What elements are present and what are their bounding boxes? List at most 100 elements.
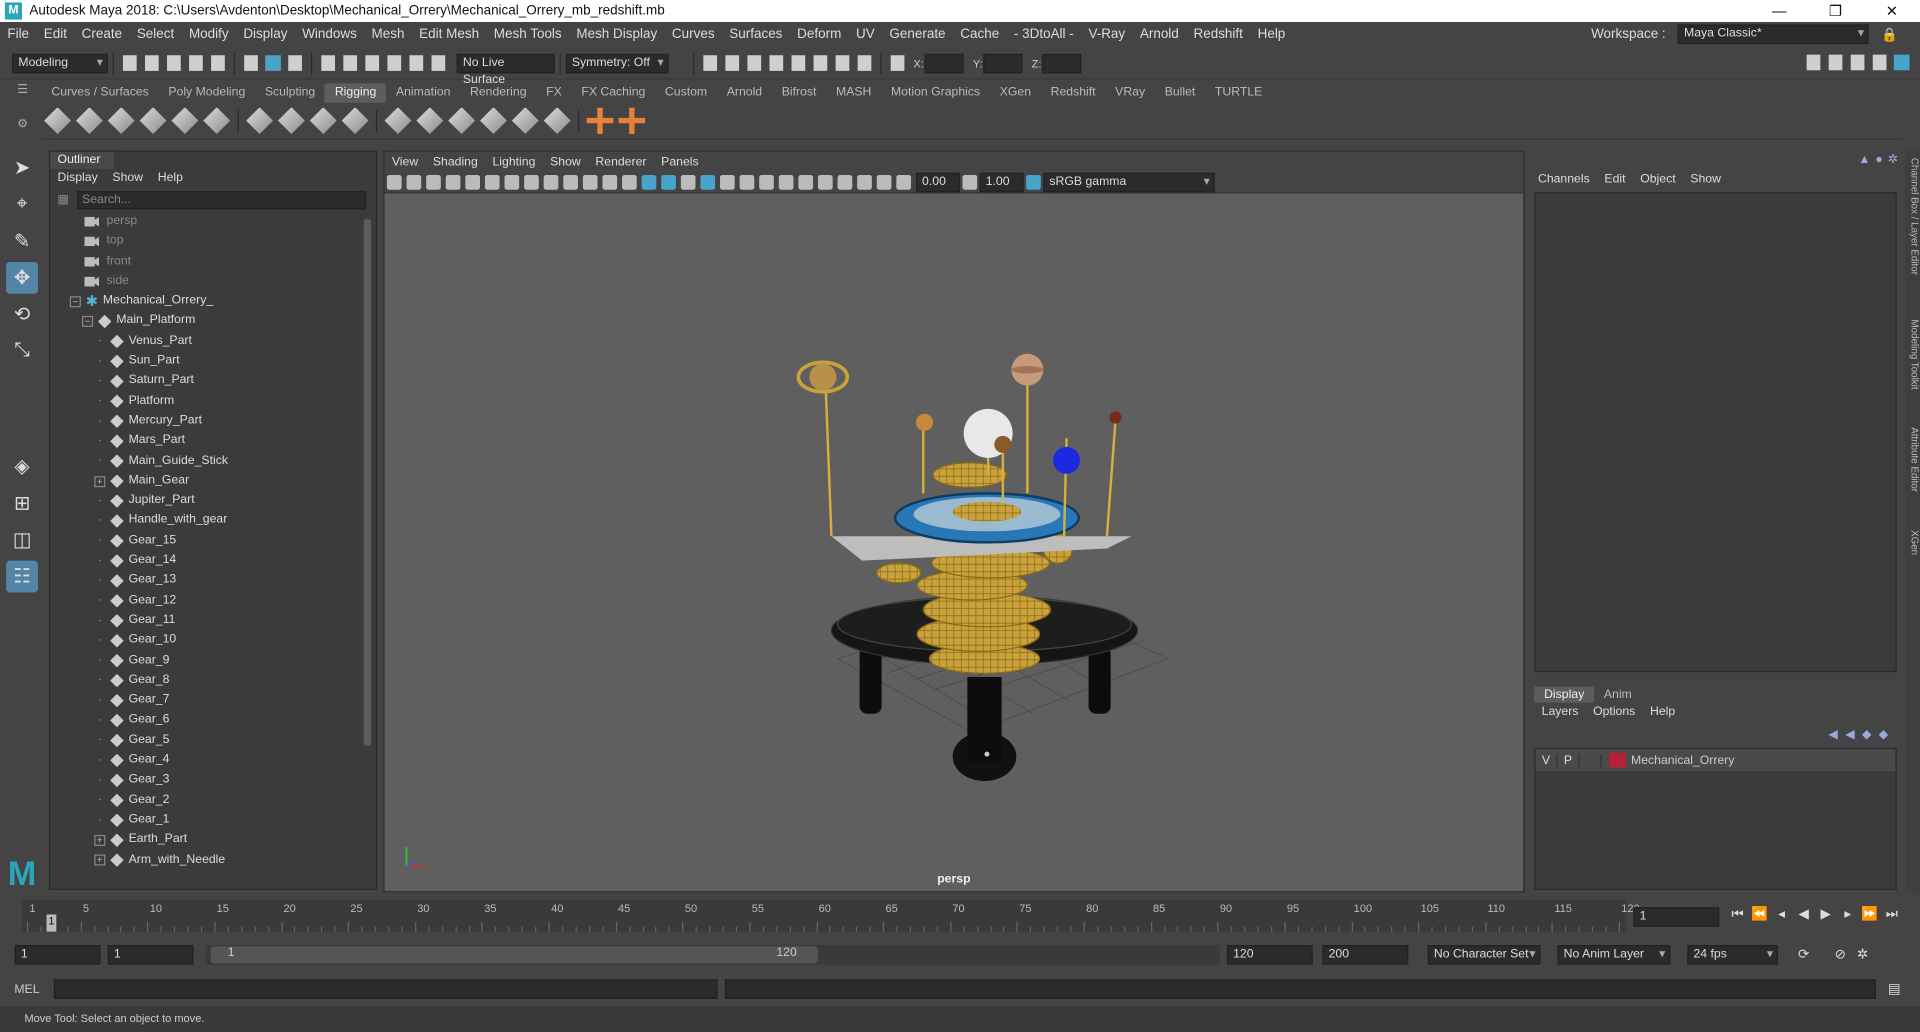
render-settings-icon[interactable] (769, 55, 784, 71)
expand-toggle[interactable]: + (94, 854, 106, 866)
side-tab-channel-box-layer-editor[interactable]: Channel Box / Layer Editor (1905, 158, 1920, 275)
orrery-model[interactable] (384, 193, 1523, 891)
resolution-gate-icon[interactable] (543, 174, 559, 190)
menu-mesh[interactable]: Mesh (364, 27, 412, 42)
color-management-icon[interactable] (1026, 174, 1041, 190)
bind-skin-icon[interactable] (246, 107, 274, 135)
expand-toggle[interactable]: · (94, 535, 105, 546)
outliner-item-front[interactable]: front (50, 252, 376, 272)
ik-spline-icon[interactable] (107, 107, 135, 135)
step-forward-key-icon[interactable]: ⏩ (1861, 907, 1878, 922)
human-ik-icon[interactable] (203, 107, 231, 135)
menu-surfaces[interactable]: Surfaces (722, 27, 790, 42)
menu-3dtoall[interactable]: - 3DtoAll - (1007, 27, 1082, 42)
cluster-icon[interactable] (341, 107, 369, 135)
lattice-icon[interactable] (309, 107, 337, 135)
paint-weights-icon[interactable] (277, 107, 305, 135)
use-lights-icon[interactable] (680, 174, 696, 190)
maximize-button[interactable]: ❐ (1807, 0, 1863, 22)
orient-constraint-icon[interactable] (448, 107, 476, 135)
command-input[interactable] (53, 979, 718, 999)
outliner-item-top[interactable]: top (50, 232, 376, 252)
live-surface-field[interactable]: No Live Surface (456, 53, 555, 86)
menu-uv[interactable]: UV (849, 27, 882, 42)
menu-windows[interactable]: Windows (295, 27, 364, 42)
layer-menu-layers[interactable]: Layers (1534, 705, 1585, 718)
outliner-item-main-gear[interactable]: + Main_Gear (50, 471, 376, 491)
locator-icon[interactable] (586, 107, 614, 135)
auto-key-icon[interactable]: ⊘ (1832, 948, 1849, 963)
outliner-item-platform[interactable]: · Platform (50, 391, 376, 411)
outliner-item-gear-11[interactable]: · Gear_11 (50, 611, 376, 631)
expand-toggle[interactable]: · (94, 595, 105, 606)
view-transform-select[interactable]: sRGB gamma (1043, 172, 1215, 192)
snap-pivot-icon[interactable] (431, 55, 446, 71)
shelf-tab-arnold[interactable]: Arnold (717, 83, 772, 103)
expand-toggle[interactable]: · (94, 714, 105, 726)
expand-toggle[interactable]: · (94, 814, 105, 826)
transform-lock-icon[interactable] (890, 55, 905, 71)
shelf-tab-vray[interactable]: VRay (1105, 83, 1155, 103)
loop-icon[interactable]: ⟳ (1795, 948, 1812, 963)
outliner-item-mercury-part[interactable]: · Mercury_Part (50, 411, 376, 431)
expand-toggle[interactable]: · (94, 575, 105, 586)
menu-arnold[interactable]: Arnold (1133, 27, 1187, 42)
gamma-icon[interactable] (962, 174, 978, 190)
render-view-icon[interactable] (813, 55, 828, 71)
menu-edit-mesh[interactable]: Edit Mesh (412, 27, 487, 42)
parent-constraint-icon[interactable] (511, 107, 539, 135)
y-coordinate-field[interactable] (982, 53, 1022, 73)
layer-color-swatch[interactable] (1608, 752, 1627, 768)
menu-display[interactable]: Display (236, 27, 295, 42)
step-forward-frame-icon[interactable]: ▸ (1839, 907, 1856, 922)
outliner-item-gear-15[interactable]: · Gear_15 (50, 531, 376, 551)
move-layer-up-icon[interactable]: ◀ (1828, 728, 1837, 741)
point-constraint-icon[interactable] (384, 107, 412, 135)
outliner-item-gear-12[interactable]: · Gear_12 (50, 591, 376, 611)
new-scene-icon[interactable] (122, 55, 137, 71)
select-object-icon[interactable] (265, 55, 281, 71)
play-forward-icon[interactable]: ▶ (1817, 907, 1834, 922)
field-chart-icon[interactable] (582, 174, 598, 190)
step-back-key-icon[interactable]: ⏪ (1751, 907, 1768, 922)
expand-toggle[interactable]: − (82, 315, 94, 328)
menu-mesh-display[interactable]: Mesh Display (569, 27, 665, 42)
textured-icon[interactable] (700, 174, 716, 190)
expand-toggle[interactable]: · (94, 655, 105, 666)
viewport-menu-shading[interactable]: Shading (426, 155, 486, 168)
layer-visibility-toggle[interactable]: V (1536, 753, 1558, 767)
expand-toggle[interactable]: − (69, 296, 81, 308)
outliner-item-arm-with-needle[interactable]: + Arm_with_Needle (50, 850, 376, 870)
layer-row[interactable]: V P Mechanical_Orrery (1535, 749, 1896, 772)
redo-icon[interactable] (211, 55, 225, 71)
expand-toggle[interactable]: · (94, 335, 105, 347)
script-editor-icon[interactable]: ▤ (1886, 982, 1903, 997)
exposure-field[interactable]: 0.00 (915, 172, 961, 192)
shelf-tab-redshift[interactable]: Redshift (1041, 83, 1106, 103)
layer-tab-display[interactable]: Display (1534, 686, 1595, 703)
current-frame-field[interactable]: 1 (1633, 907, 1720, 927)
wireframe-icon[interactable] (641, 174, 657, 190)
undo-icon[interactable] (189, 55, 203, 71)
outliner-item-persp[interactable]: persp (50, 212, 376, 232)
menu-create[interactable]: Create (74, 27, 129, 42)
expand-toggle[interactable]: · (94, 694, 105, 706)
select-component-icon[interactable] (288, 55, 302, 71)
aim-constraint-icon[interactable] (416, 107, 444, 135)
expand-toggle[interactable]: · (94, 515, 105, 527)
safe-title-icon[interactable] (622, 174, 637, 190)
layer-tab-anim[interactable]: Anim (1594, 687, 1642, 703)
shelf-tab-animation[interactable]: Animation (386, 83, 460, 103)
range-bar[interactable]: 1 120 (205, 945, 1220, 965)
anti-aliasing-icon[interactable] (778, 174, 794, 190)
outliner-item-gear-8[interactable]: · Gear_8 (50, 671, 376, 691)
outliner-item-saturn-part[interactable]: · Saturn_Part (50, 371, 376, 391)
attribute-editor-icon[interactable] (1850, 54, 1865, 71)
menu-v-ray[interactable]: V-Ray (1081, 27, 1132, 42)
layer-menu-options[interactable]: Options (1586, 705, 1643, 718)
menu-help[interactable]: Help (1250, 27, 1292, 42)
layer-reference-toggle[interactable] (1580, 753, 1602, 767)
expand-toggle[interactable]: · (94, 375, 105, 387)
save-scene-icon[interactable] (167, 55, 181, 71)
expand-toggle[interactable]: · (94, 794, 105, 806)
